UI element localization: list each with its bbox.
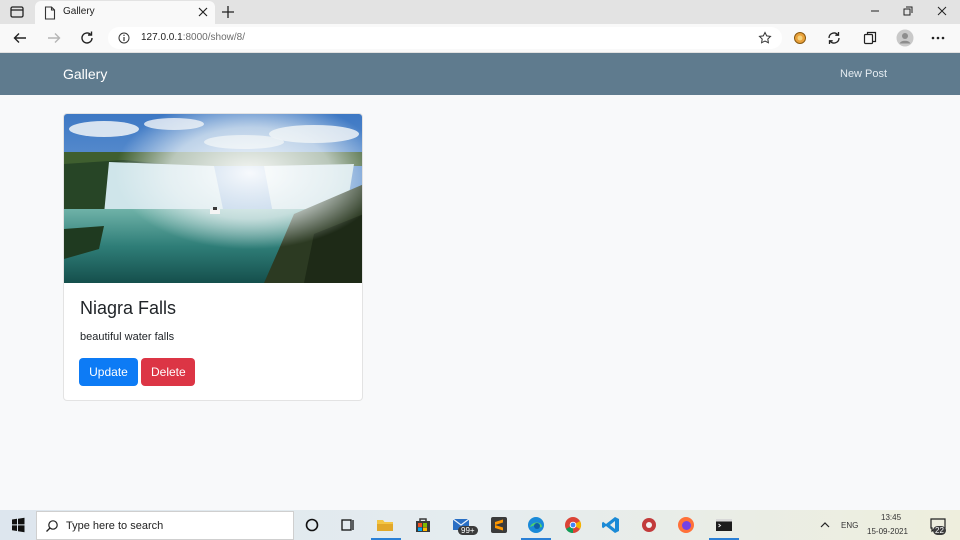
taskbar-search-box[interactable]: Type here to search	[36, 511, 294, 540]
chevron-up-icon[interactable]	[818, 519, 832, 531]
edge-icon[interactable]	[526, 515, 546, 535]
more-icon[interactable]	[930, 30, 946, 46]
delete-button[interactable]: Delete	[141, 358, 195, 386]
window-close-icon[interactable]	[935, 4, 949, 18]
search-placeholder: Type here to search	[66, 520, 164, 532]
task-view-icon[interactable]	[338, 515, 358, 535]
update-button[interactable]: Update	[79, 358, 138, 386]
post-title: Niagra Falls	[80, 298, 177, 318]
terminal-icon[interactable]	[714, 515, 734, 535]
browser-toolbar: 127.0.0.1:8000/show/8/	[0, 24, 960, 53]
clock-time[interactable]: 13:45	[881, 513, 901, 522]
site-header: Gallery New Post	[0, 53, 960, 95]
windows-start-icon[interactable]	[0, 510, 36, 540]
reload-icon[interactable]	[79, 30, 95, 46]
post-description: beautiful water falls	[80, 331, 175, 343]
post-card: Niagra Falls beautiful water falls Updat…	[63, 113, 363, 401]
notification-badge: 22	[933, 526, 946, 535]
new-post-link[interactable]: New Post	[840, 68, 887, 80]
windows-taskbar: Type here to search 99+ ENG 13:45 15-09-…	[0, 510, 960, 540]
browser-tab[interactable]: Gallery	[35, 1, 215, 24]
browser-tabstrip: Gallery	[0, 0, 960, 24]
post-image	[64, 114, 362, 283]
store-icon[interactable]	[413, 515, 433, 535]
favorite-icon[interactable]	[758, 31, 772, 45]
firefox-icon[interactable]	[676, 515, 696, 535]
sublime-text-icon[interactable]	[489, 515, 509, 535]
info-icon[interactable]	[118, 32, 130, 44]
url-text: 127.0.0.1:8000/show/8/	[141, 32, 245, 43]
restore-icon[interactable]	[901, 4, 915, 18]
language-indicator[interactable]: ENG	[841, 521, 858, 530]
site-brand[interactable]: Gallery	[63, 66, 107, 82]
back-icon[interactable]	[12, 30, 28, 46]
vscode-icon[interactable]	[601, 515, 621, 535]
file-explorer-icon[interactable]	[375, 515, 395, 535]
close-icon[interactable]	[197, 6, 209, 18]
address-bar[interactable]: 127.0.0.1:8000/show/8/	[108, 27, 782, 49]
profile-icon[interactable]	[896, 29, 914, 47]
cortana-icon[interactable]	[302, 515, 322, 535]
sync-icon[interactable]	[826, 30, 842, 46]
search-icon	[46, 520, 58, 532]
collections-icon[interactable]	[862, 30, 878, 46]
plus-icon[interactable]	[220, 4, 236, 20]
tab-title: Gallery	[63, 6, 95, 17]
url-host: 127.0.0.1	[141, 32, 183, 43]
url-path: :8000/show/8/	[182, 32, 245, 43]
minimize-icon[interactable]	[868, 4, 882, 18]
chrome-icon[interactable]	[563, 515, 583, 535]
extension-icon[interactable]	[792, 30, 808, 46]
clock-date[interactable]: 15-09-2021	[867, 527, 908, 536]
forward-icon[interactable]	[46, 30, 62, 46]
app-icon[interactable]	[639, 515, 659, 535]
mail-badge: 99+	[458, 526, 478, 535]
page-icon	[44, 6, 56, 20]
tab-actions-icon[interactable]	[8, 4, 26, 20]
